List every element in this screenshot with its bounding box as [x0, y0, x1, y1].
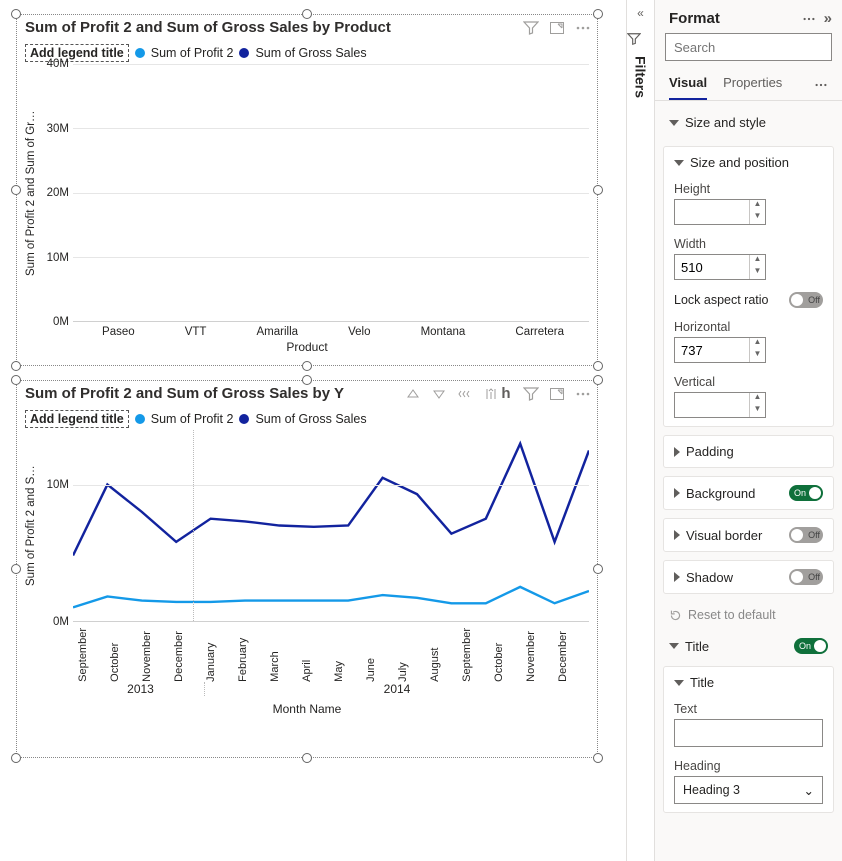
tab-visual[interactable]: Visual	[669, 69, 707, 100]
visual-title: Sum of Profit 2 and Sum of Gross Sales b…	[25, 19, 391, 36]
bar-plot-area	[73, 64, 589, 322]
section-visual-border[interactable]: Visual border Off	[664, 519, 833, 551]
chevron-right-icon	[674, 530, 680, 540]
chevron-right-icon	[674, 447, 680, 457]
filters-pane-collapsed[interactable]: « Filters	[626, 0, 654, 861]
title-toggle[interactable]: On	[794, 638, 828, 654]
resize-handle[interactable]	[11, 9, 21, 19]
resize-handle[interactable]	[302, 375, 312, 385]
title-text-label: Text	[674, 702, 823, 716]
expand-all-icon[interactable]	[457, 386, 473, 402]
height-input[interactable]: ▲▼	[674, 199, 766, 225]
search-input[interactable]	[672, 39, 842, 56]
resize-handle[interactable]	[302, 361, 312, 371]
vertical-label: Vertical	[674, 375, 823, 389]
format-search[interactable]	[665, 33, 832, 61]
format-pane: Format » Visual Properties Size and styl…	[654, 0, 842, 861]
visual-title: Sum of Profit 2 and Sum of Gross Sales b…	[25, 385, 344, 402]
resize-handle[interactable]	[302, 9, 312, 19]
horizontal-label: Horizontal	[674, 320, 823, 334]
resize-handle[interactable]	[593, 375, 603, 385]
legend-title-placeholder[interactable]: Add legend title	[25, 44, 129, 62]
legend-item-label: Sum of Profit 2	[151, 412, 234, 426]
section-title-card[interactable]: Title	[664, 667, 833, 698]
more-options-icon[interactable]	[575, 20, 591, 36]
more-options-icon[interactable]	[814, 78, 828, 92]
filter-icon[interactable]	[523, 20, 539, 36]
expand-filters-icon[interactable]: «	[627, 0, 654, 26]
year-group-row: 20132014	[77, 682, 589, 696]
legend-item-label: Sum of Profit 2	[151, 46, 234, 60]
lock-aspect-toggle[interactable]: Off	[789, 292, 823, 308]
y-axis-ticks: 0M 10M	[37, 430, 73, 622]
section-shadow[interactable]: Shadow Off	[664, 561, 833, 593]
reset-icon	[669, 609, 682, 622]
x-axis-labels: SeptemberOctoberNovemberDecemberJanuaryF…	[77, 628, 589, 682]
resize-handle[interactable]	[11, 753, 21, 763]
focus-mode-icon[interactable]	[549, 20, 565, 36]
shadow-toggle[interactable]: Off	[789, 569, 823, 585]
line-chart-visual[interactable]: Sum of Profit 2 and Sum of Gross Sales b…	[16, 380, 598, 758]
legend-swatch	[135, 414, 145, 424]
height-label: Height	[674, 182, 823, 196]
legend-swatch	[239, 48, 249, 58]
chevron-down-icon	[674, 160, 684, 166]
legend-swatch	[239, 414, 249, 424]
collapse-pane-icon[interactable]: »	[824, 10, 832, 27]
drill-up-icon[interactable]	[405, 386, 421, 402]
filter-icon[interactable]	[523, 386, 539, 402]
drill-down-icon[interactable]	[431, 386, 447, 402]
chevron-right-icon	[674, 488, 680, 498]
legend-item-label: Sum of Gross Sales	[255, 412, 366, 426]
section-padding[interactable]: Padding	[664, 436, 833, 467]
more-options-icon[interactable]	[575, 386, 591, 402]
filters-label: Filters	[633, 52, 649, 98]
format-pane-title: Format	[669, 10, 720, 27]
chevron-down-icon	[669, 120, 679, 126]
background-toggle[interactable]: On	[789, 485, 823, 501]
resize-handle[interactable]	[593, 361, 603, 371]
resize-handle[interactable]	[11, 361, 21, 371]
resize-handle[interactable]	[302, 753, 312, 763]
y-axis-label: Sum of Profit 2 and Sum of Gr…	[25, 64, 37, 322]
section-background[interactable]: Background On	[664, 477, 833, 509]
x-axis-title: Product	[25, 340, 589, 354]
width-input[interactable]: ▲▼	[674, 254, 766, 280]
section-title[interactable]: Title On	[655, 628, 842, 658]
legend-swatch	[135, 48, 145, 58]
focus-mode-icon[interactable]	[549, 386, 565, 402]
resize-handle[interactable]	[11, 375, 21, 385]
resize-handle[interactable]	[593, 9, 603, 19]
bar-chart-visual[interactable]: Sum of Profit 2 and Sum of Gross Sales b…	[16, 14, 598, 366]
legend-title-placeholder[interactable]: Add legend title	[25, 410, 129, 428]
y-axis-ticks: 0M 10M 20M 30M 40M	[37, 64, 73, 322]
lock-aspect-label: Lock aspect ratio	[674, 293, 769, 307]
y-axis-label: Sum of Profit 2 and S…	[25, 430, 37, 622]
title-text-input[interactable]	[674, 719, 823, 747]
expand-next-icon[interactable]	[483, 386, 499, 402]
section-size-and-style[interactable]: Size and style	[659, 107, 838, 138]
vertical-input[interactable]: ▲▼	[674, 392, 766, 418]
x-axis-labels: PaseoVTTAmarillaVeloMontanaCarretera	[77, 326, 589, 338]
line-plot-area	[73, 430, 589, 622]
chevron-down-icon	[669, 643, 679, 649]
filters-pane-icon[interactable]	[627, 26, 654, 52]
width-label: Width	[674, 237, 823, 251]
horizontal-input[interactable]: ▲▼	[674, 337, 766, 363]
reset-to-default[interactable]: Reset to default	[655, 602, 842, 628]
visual-border-toggle[interactable]: Off	[789, 527, 823, 543]
legend-item-label: Sum of Gross Sales	[255, 46, 366, 60]
more-options-icon[interactable]	[802, 12, 816, 26]
chevron-right-icon	[674, 572, 680, 582]
heading-select[interactable]: Heading 3 ⌄	[674, 776, 823, 804]
chevron-down-icon	[674, 680, 684, 686]
hierarchy-icon[interactable]: h	[499, 385, 513, 402]
x-axis-title: Month Name	[25, 702, 589, 716]
chevron-down-icon: ⌄	[804, 783, 814, 798]
report-canvas[interactable]: Sum of Profit 2 and Sum of Gross Sales b…	[0, 0, 626, 861]
resize-handle[interactable]	[593, 753, 603, 763]
section-size-and-position[interactable]: Size and position	[664, 147, 833, 178]
heading-label: Heading	[674, 759, 823, 773]
tab-properties[interactable]: Properties	[723, 69, 782, 100]
